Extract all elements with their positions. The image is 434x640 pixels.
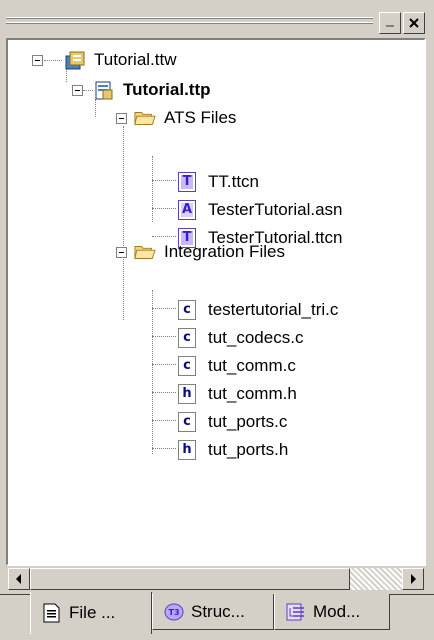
integration-folder-collapse-toggle[interactable]: [116, 247, 127, 258]
project-tree[interactable]: Tutorial.ttw Tutorial.ttp ATS Files T TT…: [6, 38, 426, 566]
tab-label: Struc...: [191, 601, 245, 621]
tree-node-file[interactable]: T TT.ttcn: [178, 168, 259, 196]
tree-node-file[interactable]: c tut_comm.c: [178, 352, 296, 380]
folder-open-icon: [134, 246, 156, 259]
tab-structure-view[interactable]: T3 Struc...: [152, 594, 274, 630]
file-label: tut_codecs.c: [208, 328, 304, 347]
tree-node-project[interactable]: Tutorial.ttp: [93, 76, 211, 104]
tree-node-file[interactable]: c tut_codecs.c: [178, 324, 303, 352]
workspace-collapse-toggle[interactable]: [32, 55, 43, 66]
file-label: tut_comm.h: [208, 384, 297, 403]
ats-folder-collapse-toggle[interactable]: [116, 113, 127, 124]
tree-node-file[interactable]: c tut_ports.c: [178, 408, 287, 436]
file-label: tut_comm.c: [208, 356, 296, 375]
tree-node-file[interactable]: A TesterTutorial.asn: [178, 196, 342, 224]
ttcn-file-icon: T: [178, 172, 196, 192]
c-file-icon: c: [178, 328, 196, 348]
c-file-icon: c: [178, 356, 196, 376]
project-icon: [95, 81, 113, 100]
scroll-track[interactable]: [350, 568, 402, 590]
close-button[interactable]: [403, 12, 425, 34]
asn-file-icon: A: [178, 200, 196, 220]
tree-node-integration-folder[interactable]: Integration Files: [134, 238, 285, 266]
arrow-left-icon: [16, 574, 21, 584]
view-tabs: File ... T3 Struc... Mod...: [0, 592, 434, 640]
close-icon: [409, 18, 419, 28]
file-label: tut_ports.c: [208, 412, 288, 431]
h-file-icon: h: [178, 440, 196, 460]
tree-node-workspace[interactable]: Tutorial.ttw: [64, 46, 177, 74]
project-collapse-toggle[interactable]: [72, 85, 83, 96]
scroll-left-button[interactable]: [8, 568, 30, 590]
integration-folder-label: Integration Files: [164, 242, 285, 261]
file-label: TT.ttcn: [208, 172, 260, 191]
scroll-thumb[interactable]: [30, 568, 350, 590]
tree-node-ats-folder[interactable]: ATS Files: [134, 104, 236, 132]
tree-node-file[interactable]: h tut_ports.h: [178, 436, 288, 464]
c-file-icon: c: [178, 300, 196, 320]
file-label: TesterTutorial.asn: [208, 200, 343, 219]
c-file-icon: c: [178, 412, 196, 432]
file-view-icon: [43, 603, 60, 623]
h-file-icon: h: [178, 384, 196, 404]
tab-module-view[interactable]: Mod...: [274, 594, 390, 630]
tab-label: File ...: [69, 603, 116, 622]
module-view-icon: [286, 603, 304, 620]
svg-text:T3: T3: [168, 608, 179, 617]
tab-label: Mod...: [313, 601, 361, 621]
minimize-icon: [386, 25, 394, 27]
panel-grip[interactable]: [6, 14, 373, 36]
ats-folder-label: ATS Files: [164, 108, 237, 127]
structure-view-icon: T3: [164, 603, 184, 620]
tab-file-view[interactable]: File ...: [30, 592, 152, 634]
workspace-label: Tutorial.ttw: [94, 50, 177, 69]
file-label: tut_ports.h: [208, 440, 289, 459]
file-view-panel: Tutorial.ttw Tutorial.ttp ATS Files T TT…: [0, 0, 434, 640]
file-label: testertutorial_tri.c: [208, 300, 339, 319]
horizontal-scrollbar[interactable]: [8, 568, 424, 590]
tree-node-file[interactable]: c testertutorial_tri.c: [178, 296, 338, 324]
minimize-button[interactable]: [379, 12, 401, 34]
arrow-right-icon: [411, 574, 416, 584]
tree-node-file[interactable]: h tut_comm.h: [178, 380, 297, 408]
folder-open-icon: [134, 112, 156, 125]
scroll-right-button[interactable]: [402, 568, 424, 590]
project-label: Tutorial.ttp: [123, 80, 211, 99]
workspace-icon: [65, 51, 85, 70]
